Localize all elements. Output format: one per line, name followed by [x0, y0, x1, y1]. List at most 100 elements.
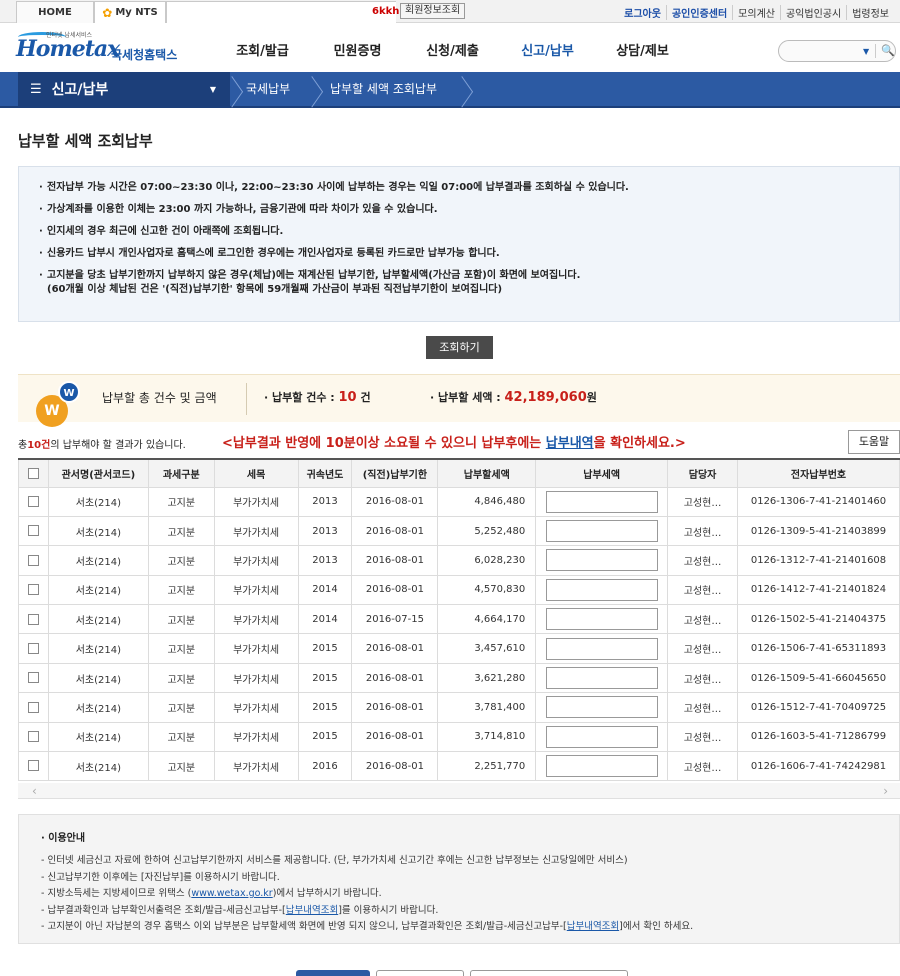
cell-pay-amount — [535, 515, 669, 547]
cell-office: 서초(214) — [47, 721, 149, 753]
pay-amount-input[interactable] — [545, 755, 658, 778]
member-info-button[interactable]: 회원정보조회 — [400, 3, 466, 19]
menu-dropdown[interactable]: ☰ 신고/납부 ▼ — [18, 72, 230, 106]
home-tab[interactable]: HOME — [16, 1, 94, 23]
row-checkbox[interactable] — [18, 515, 49, 547]
nav-report-pay[interactable]: 신고/납부 — [500, 40, 595, 59]
pay-amount-input[interactable] — [545, 490, 658, 513]
pay-amount-input[interactable] — [545, 637, 658, 660]
cell-due-date: 2016-08-01 — [351, 662, 439, 694]
cell-amount-due: 5,252,480 — [437, 515, 537, 547]
search-icon[interactable]: 🔍 — [881, 44, 895, 57]
cell-manager: 고성현… — [667, 604, 739, 635]
nav-consult[interactable]: 상담/제보 — [595, 40, 690, 59]
logout-link[interactable]: 로그아웃 — [619, 5, 666, 20]
cell-year: 2015 — [297, 692, 353, 723]
payment-history-link[interactable]: 납부내역 — [546, 436, 594, 451]
guide-link[interactable]: 납부내역조회 — [567, 921, 619, 932]
pay-amount-input[interactable] — [545, 667, 658, 690]
cell-due-date: 2016-08-01 — [351, 721, 439, 753]
payment-warning: <납부결과 반영에 10분이상 소요될 수 있으니 납부후에는 납부내역을 확인… — [222, 436, 686, 451]
guide-link[interactable]: 납부내역조회 — [286, 905, 338, 916]
pay-amount-input[interactable] — [545, 608, 658, 631]
horizontal-scrollbar[interactable]: ‹ › — [18, 783, 900, 799]
checkbox-icon — [27, 613, 39, 625]
secondary-button[interactable] — [376, 970, 464, 976]
breadcrumb-item[interactable]: 납부할 세액 조회납부 — [330, 72, 437, 106]
top-utility-bar: HOME ✿ My NTS 6kkh 회원정보조회 로그아웃 공인인증센터 모의계… — [0, 0, 900, 23]
pay-amount-input[interactable] — [545, 725, 658, 748]
cell-year: 2015 — [297, 633, 353, 664]
pay-amount-input[interactable] — [545, 578, 658, 601]
nav-apply[interactable]: 신청/제출 — [405, 40, 500, 59]
row-checkbox[interactable] — [18, 604, 49, 635]
page-title: 납부할 세액 조회납부 — [18, 132, 153, 150]
checkbox-icon — [27, 467, 39, 479]
cell-due-date: 2016-08-01 — [351, 692, 439, 723]
usage-guide: · 이용안내 - 인터넷 세금신고 자료에 한하여 신고납부기한까지 서비스를 … — [18, 814, 900, 944]
cell-office: 서초(214) — [47, 604, 149, 635]
cell-amount-due: 4,570,830 — [437, 574, 537, 606]
cell-amount-due: 4,664,170 — [437, 604, 537, 635]
cell-amount-due: 3,714,810 — [437, 721, 537, 753]
cell-pay-amount — [535, 633, 669, 664]
notice-item: 고지분을 당초 납부기한까지 납부하지 않은 경우(체납)에는 재계산된 납부기… — [39, 269, 629, 297]
law-info-link[interactable]: 법령정보 — [846, 5, 894, 20]
hamburger-icon: ☰ — [30, 81, 42, 97]
cell-year: 2013 — [297, 486, 353, 517]
cell-amount-due: 6,028,230 — [437, 545, 537, 576]
mynts-tab[interactable]: ✿ My NTS — [94, 1, 166, 23]
summary-count: · 납부할 건수 : 10 건 — [264, 390, 371, 405]
search-box[interactable]: ▼ 🔍 — [778, 40, 896, 62]
cell-payment-number: 0126-1502-5-41-21404375 — [737, 604, 900, 635]
cell-tax-type: 고지분 — [147, 574, 215, 606]
logo-subtitle: 국세청홈택스 — [111, 48, 178, 62]
cell-tax-item: 부가가치세 — [213, 486, 299, 517]
notice-item-subline: (60개월 이상 체납된 건은 '(직전)납부기한' 항목에 59개월째 가산금… — [47, 284, 503, 295]
cert-center-link[interactable]: 공인인증센터 — [665, 5, 732, 20]
row-checkbox[interactable] — [18, 574, 49, 606]
pay-amount-input[interactable] — [545, 520, 658, 543]
pay-amount-input[interactable] — [545, 696, 658, 719]
guide-link[interactable]: www.wetax.go.kr — [191, 888, 272, 899]
breadcrumb-item[interactable]: 국세납부 — [246, 72, 290, 106]
nav-lookup[interactable]: 조회/발급 — [215, 40, 310, 59]
mock-calc-link[interactable]: 모의계산 — [732, 5, 780, 20]
logo-wordmark: Hometax — [16, 36, 120, 62]
cell-payment-number: 0126-1306-7-41-21401460 — [737, 486, 900, 517]
search-dropdown-icon[interactable]: ▼ — [863, 47, 869, 56]
row-checkbox[interactable] — [18, 662, 49, 694]
cell-tax-type: 고지분 — [147, 604, 215, 635]
public-corp-link[interactable]: 공익법인공시 — [779, 5, 846, 20]
checkbox-icon — [27, 760, 39, 772]
pay-amount-input[interactable] — [545, 549, 658, 572]
scroll-right-icon[interactable]: › — [883, 784, 888, 798]
row-checkbox[interactable] — [18, 692, 49, 723]
cell-office: 서초(214) — [47, 515, 149, 547]
hometax-logo[interactable]: 인터넷 납세서비스 Hometax 국세청홈택스 — [16, 30, 196, 66]
row-checkbox[interactable] — [18, 545, 49, 576]
secondary-button[interactable] — [470, 970, 628, 976]
scroll-left-icon[interactable]: ‹ — [32, 784, 37, 798]
cell-office: 서초(214) — [47, 751, 149, 782]
summary-amount: · 납부할 세액 : 42,189,060원 — [430, 390, 597, 405]
nav-certificate[interactable]: 민원증명 — [310, 40, 405, 59]
table-row: 서초(214) 고지분 부가가치세 2016 2016-08-01 2,251,770 고성… — [18, 751, 900, 782]
pay-button[interactable] — [296, 970, 370, 976]
cell-tax-type: 고지분 — [147, 751, 215, 782]
help-button[interactable]: 도움말 — [848, 430, 900, 454]
cell-due-date: 2016-08-01 — [351, 515, 439, 547]
row-checkbox[interactable] — [18, 633, 49, 664]
checkbox-icon — [27, 584, 39, 596]
cell-amount-due: 3,781,400 — [437, 692, 537, 723]
user-id: 6kkh — [372, 6, 400, 17]
select-all-checkbox[interactable] — [18, 458, 49, 488]
query-button[interactable]: 조회하기 — [426, 336, 493, 359]
result-count-text: 총10건의 납부해야 할 결과가 있습니다. — [18, 440, 186, 451]
row-checkbox[interactable] — [18, 721, 49, 753]
row-checkbox[interactable] — [18, 751, 49, 782]
table-header-row: 관서명(관서코드) 과세구분 세목 귀속년도 (직전)납부기한 납부할세액 납부… — [18, 458, 900, 488]
row-checkbox[interactable] — [18, 486, 49, 517]
search-divider — [875, 44, 876, 58]
cell-tax-item: 부가가치세 — [213, 633, 299, 664]
